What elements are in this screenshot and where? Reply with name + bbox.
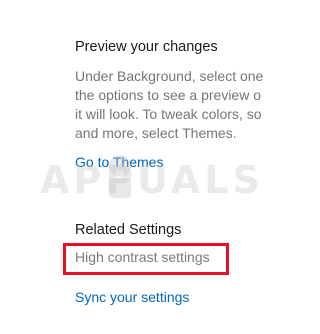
sync-settings-link[interactable]: Sync your settings [75, 289, 189, 305]
description-line: Under Background, select one [75, 68, 264, 84]
related-settings-heading: Related Settings [75, 222, 182, 238]
preview-description: Under Background, select one the options… [75, 67, 295, 143]
description-line: and more, select Themes. [75, 125, 237, 141]
description-line: it will look. To tweak colors, so [75, 106, 262, 122]
go-to-themes-link[interactable]: Go to Themes [75, 154, 163, 170]
preview-changes-heading: Preview your changes [75, 39, 218, 55]
highlight-box [63, 243, 229, 275]
description-line: the options to see a preview o [75, 87, 262, 103]
